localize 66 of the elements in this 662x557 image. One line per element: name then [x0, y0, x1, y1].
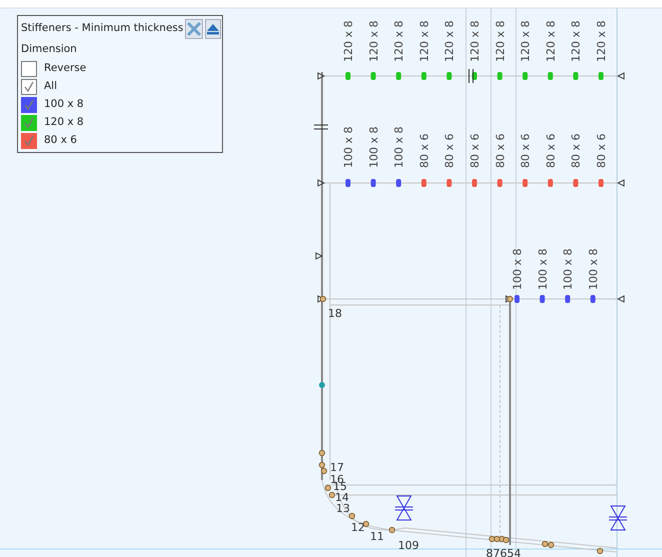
- support-icon: [616, 179, 624, 187]
- stiffener-label: 100 x 8: [342, 126, 355, 168]
- settings-button[interactable]: [185, 19, 204, 39]
- stiffener-label: 80 x 6: [544, 134, 558, 168]
- support-icon: [318, 179, 326, 187]
- node-marker: [348, 512, 356, 520]
- node-marker: [319, 382, 325, 388]
- node-marker: [388, 526, 396, 534]
- legend-heading: Dimension: [21, 42, 78, 57]
- break-mark-icon: [468, 68, 474, 84]
- node-number: 12: [351, 521, 365, 534]
- node-number: 17: [330, 461, 344, 474]
- legend-title: Stiffeners - Minimum thickness: [21, 21, 184, 36]
- legend-checkbox[interactable]: [21, 132, 37, 149]
- stiffener-label: 100 x 8: [392, 126, 406, 168]
- stiffener-label: 80 x 6: [570, 134, 583, 168]
- node-marker: [362, 520, 370, 528]
- legend-checkbox[interactable]: [21, 78, 37, 95]
- node-number: 13: [336, 502, 350, 515]
- legend-label: All: [44, 78, 58, 94]
- stiffener-label: 120 x 8: [570, 20, 583, 62]
- stiffener-label: 80 x 6: [468, 134, 482, 168]
- stiffener-label: 120 x 8: [595, 20, 608, 62]
- stiffener-label: 100 x 8: [536, 248, 550, 290]
- collapse-button[interactable]: [205, 19, 222, 39]
- node-number: 87654: [486, 547, 521, 557]
- stiffener-label: 120 x 8: [342, 20, 355, 62]
- stiffener-label: 80 x 6: [519, 134, 532, 168]
- support-icon: [616, 72, 624, 80]
- break-mark-icon: [314, 124, 328, 130]
- support-icon: [616, 295, 624, 303]
- legend-label: 100 x 8: [44, 96, 84, 112]
- pillar-icon: [394, 496, 414, 520]
- node-marker: [320, 296, 326, 302]
- stiffener-label: 120 x 8: [544, 20, 558, 62]
- node-number: 14: [335, 491, 349, 504]
- stiffener-label: 120 x 8: [468, 20, 482, 62]
- stiffener-label: 120 x 8: [519, 20, 532, 62]
- stiffener-label: 80 x 6: [443, 134, 456, 168]
- stiffener-label: 120 x 8: [367, 20, 380, 62]
- stiffener-label: 100 x 8: [562, 248, 575, 290]
- node-number: 11: [370, 530, 384, 543]
- node-marker: [318, 450, 326, 456]
- legend-label: 80 x 6: [44, 132, 77, 148]
- stiffener-label: 100 x 8: [586, 248, 600, 290]
- stiffener-label: 80 x 6: [418, 134, 431, 168]
- stiffener-label: 100 x 8: [511, 248, 524, 290]
- stiffener-label: 120 x 8: [418, 20, 431, 62]
- legend-label: Reverse: [44, 60, 86, 76]
- stiffener-label: 100 x 8: [367, 126, 380, 168]
- legend-checkbox[interactable]: [21, 60, 37, 77]
- node-number: 109: [398, 539, 419, 552]
- stiffener-label: 80 x 6: [595, 134, 608, 168]
- stiffener-label: 120 x 8: [494, 20, 507, 62]
- node-number: 18: [328, 307, 342, 320]
- legend-checkbox[interactable]: [21, 114, 37, 131]
- stiffener-label: 80 x 6: [494, 134, 507, 168]
- pillar-icon: [608, 506, 628, 530]
- legend-checkbox[interactable]: [21, 96, 37, 113]
- collapse-icon: [206, 22, 220, 36]
- support-icon: [316, 252, 324, 260]
- stiffener-label: 120 x 8: [392, 20, 406, 62]
- legend-label: 120 x 8: [44, 114, 84, 130]
- node-marker: [596, 548, 604, 554]
- support-icon: [318, 72, 326, 80]
- stiffener-label: 120 x 8: [443, 20, 456, 62]
